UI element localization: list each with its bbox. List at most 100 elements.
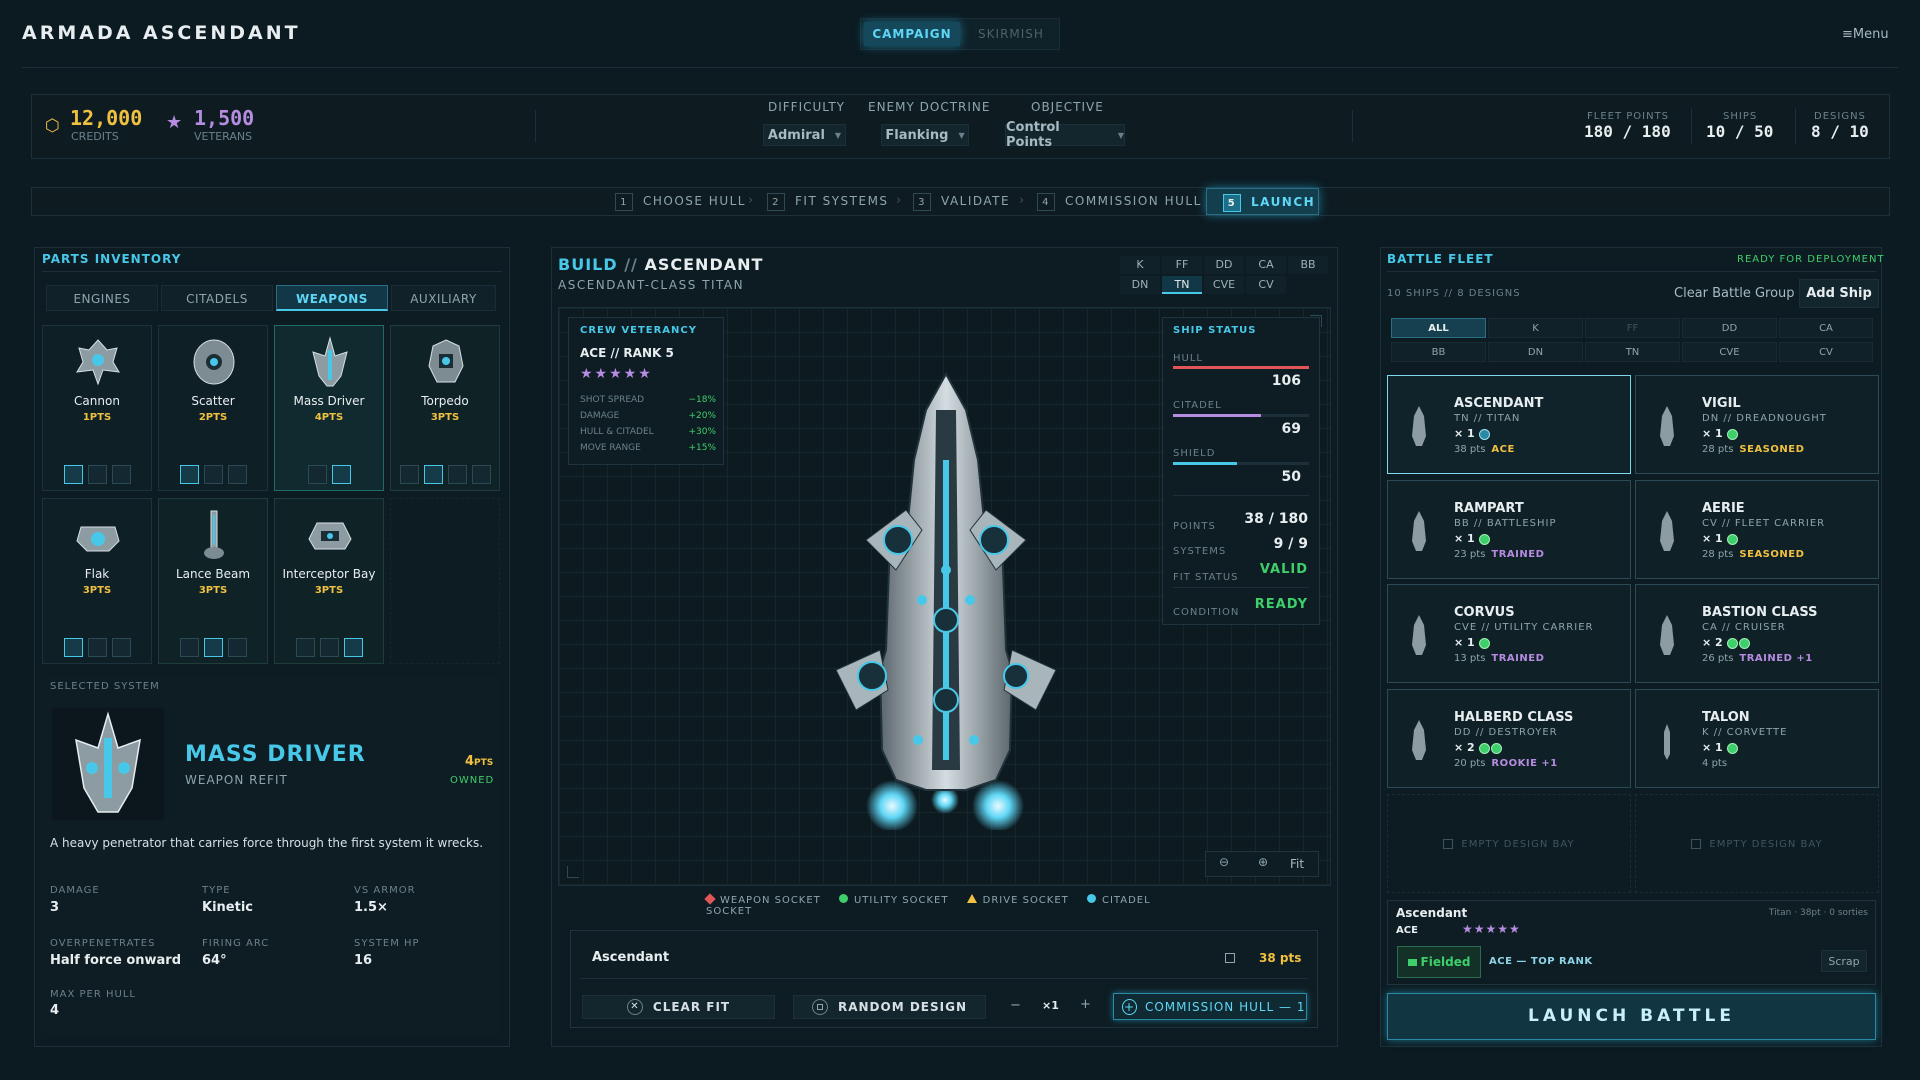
empty-design-bay[interactable]: EMPTY DESIGN BAY — [1387, 794, 1631, 893]
fleet-card-ascendant[interactable]: ASCENDANT TN // TITAN × 1 38 pts ACE — [1387, 375, 1631, 474]
hull-class-cve[interactable]: CVE — [1204, 276, 1244, 294]
zoom-out-button[interactable]: ⊖ — [1213, 855, 1235, 873]
step-fit-systems[interactable]: 2 FIT SYSTEMS — [767, 190, 889, 212]
part-lance-beam[interactable]: Lance Beam 3PTS — [158, 498, 268, 664]
fielded-toggle[interactable]: Fielded — [1397, 946, 1481, 978]
fleet-filters: ALL K FF DD CA BB DN TN CVE CV — [1391, 318, 1873, 362]
hull-label: HULL — [1173, 353, 1203, 364]
fleet-card-vigil[interactable]: VIGIL DN // DREADNOUGHT × 1 28 pts SEASON… — [1635, 375, 1879, 474]
fleet-card-bastion-class[interactable]: BASTION CLASS CA // CRUISER × 2 26 pts TR… — [1635, 584, 1879, 683]
socket-slot[interactable] — [423, 465, 443, 484]
doctrine-select[interactable]: Flanking ▼ — [881, 124, 969, 146]
hull-class-k[interactable]: K — [1120, 256, 1160, 274]
hull-class-dd[interactable]: DD — [1204, 256, 1244, 274]
hull-class-ca[interactable]: CA — [1246, 256, 1286, 274]
step-choose-hull[interactable]: 1 CHOOSE HULL — [615, 190, 746, 212]
filter-ca[interactable]: CA — [1779, 318, 1873, 338]
tab-skirmish[interactable]: SKIRMISH — [963, 22, 1059, 46]
socket-slot[interactable] — [331, 465, 351, 484]
filter-dd[interactable]: DD — [1682, 318, 1777, 338]
filter-ff[interactable]: FF — [1585, 318, 1680, 338]
step-launch[interactable]: 5 LAUNCH — [1206, 188, 1319, 215]
socket-slot[interactable] — [447, 465, 467, 484]
ship-points: 4 pts — [1702, 758, 1728, 769]
filter-cv[interactable]: CV — [1779, 342, 1873, 362]
decrement-button[interactable]: − — [1010, 998, 1021, 1013]
tab-citadels[interactable]: CITADELS — [161, 285, 273, 311]
socket-slot[interactable] — [111, 465, 131, 484]
filter-bb[interactable]: BB — [1391, 342, 1486, 362]
fleet-card-talon[interactable]: TALON K // CORVETTE × 1 4 pts — [1635, 689, 1879, 788]
menu-button[interactable]: ≡Menu — [1842, 27, 1889, 42]
part-cannon[interactable]: Cannon 1PTS — [42, 325, 152, 491]
socket-slot[interactable] — [179, 465, 199, 484]
socket-slot[interactable] — [111, 638, 131, 657]
hull-class-bb[interactable]: BB — [1288, 256, 1328, 274]
add-ship-button[interactable]: Add Ship — [1799, 279, 1879, 308]
part-interceptor-bay[interactable]: Interceptor Bay 3PTS — [274, 498, 384, 664]
socket-slot[interactable] — [63, 465, 83, 484]
step-validate[interactable]: 3 VALIDATE — [913, 190, 1010, 212]
fleet-card-corvus[interactable]: CORVUS CVE // UTILITY CARRIER × 1 13 pts… — [1387, 584, 1631, 683]
socket-slot[interactable] — [471, 465, 491, 484]
part-flak[interactable]: Flak 3PTS — [42, 498, 152, 664]
clear-fit-button[interactable]: ✕ CLEAR FIT — [582, 995, 775, 1019]
socket-slot[interactable] — [399, 465, 419, 484]
socket-slot[interactable] — [203, 638, 223, 657]
step-commission-hull[interactable]: 4 COMMISSION HULL — [1037, 190, 1202, 212]
filter-k[interactable]: K — [1488, 318, 1583, 338]
clear-battle-group-button[interactable]: Clear Battle Group — [1674, 286, 1795, 301]
socket-slot[interactable] — [87, 465, 107, 484]
fleet-card-halberd-class[interactable]: HALBERD CLASS DD // DESTROYER × 2 20 pts… — [1387, 689, 1631, 788]
hull-class-ff[interactable]: FF — [1162, 256, 1202, 274]
tab-weapons[interactable]: WEAPONS — [276, 285, 388, 311]
doctrine-label: ENEMY DOCTRINE — [868, 100, 991, 114]
socket-slot[interactable] — [63, 638, 83, 657]
tab-campaign[interactable]: CAMPAIGN — [864, 22, 960, 46]
part-scatter[interactable]: Scatter 2PTS — [158, 325, 268, 491]
filter-cve[interactable]: CVE — [1682, 342, 1777, 362]
zoom-in-button[interactable]: ⊕ — [1252, 855, 1274, 873]
citadel-socket — [857, 661, 887, 691]
fleet-card-rampart[interactable]: RAMPART BB // BATTLESHIP × 1 23 pts TRAIN… — [1387, 480, 1631, 579]
tab-auxiliary[interactable]: AUXILIARY — [391, 285, 496, 311]
difficulty-select[interactable]: Admiral ▼ — [763, 124, 846, 146]
part-torpedo[interactable]: Torpedo 3PTS — [390, 325, 500, 491]
part-points: 2PTS — [198, 412, 228, 423]
design-name-field[interactable]: Ascendant — [592, 950, 669, 965]
filter-dn[interactable]: DN — [1488, 342, 1583, 362]
socket-slot[interactable] — [227, 638, 247, 657]
filter-tn[interactable]: TN — [1585, 342, 1680, 362]
fit-button[interactable]: Fit — [1290, 857, 1304, 871]
utility-socket — [965, 595, 975, 605]
empty-design-bay[interactable]: EMPTY DESIGN BAY — [1635, 794, 1879, 893]
checkbox-icon[interactable] — [1225, 953, 1235, 963]
veterans-value: 1,500 — [194, 106, 255, 130]
owned-badge: OWNED — [450, 775, 495, 786]
socket-slot[interactable] — [307, 465, 327, 484]
socket-slot[interactable] — [295, 638, 315, 657]
increment-button[interactable]: + — [1080, 997, 1091, 1012]
mass-driver-icon — [312, 336, 348, 387]
fleet-card-aerie[interactable]: AERIE CV // FLEET CARRIER × 1 28 pts SEAS… — [1635, 480, 1879, 579]
socket-slot[interactable] — [203, 465, 223, 484]
objective-select[interactable]: Control Points ▼ — [1005, 120, 1125, 150]
hull-class-dn[interactable]: DN — [1120, 276, 1160, 294]
scrap-button[interactable]: Scrap — [1821, 950, 1867, 972]
socket-slot[interactable] — [319, 638, 339, 657]
socket-slot[interactable] — [87, 638, 107, 657]
part-name: Flak — [84, 567, 110, 581]
ship-count: × 1 — [1454, 532, 1490, 545]
part-mass-driver[interactable]: Mass Driver 4PTS — [274, 325, 384, 491]
filter-all[interactable]: ALL — [1391, 318, 1486, 338]
tab-engines[interactable]: ENGINES — [46, 285, 158, 311]
random-design-button[interactable]: RANDOM DESIGN — [793, 995, 986, 1019]
commission-hull-button[interactable]: + COMMISSION HULL — 1… — [1113, 993, 1307, 1020]
socket-slot[interactable] — [343, 638, 363, 657]
socket-slot[interactable] — [179, 638, 199, 657]
socket-slot[interactable] — [227, 465, 247, 484]
launch-battle-button[interactable]: LAUNCH BATTLE — [1387, 993, 1876, 1040]
hull-class-tn[interactable]: TN — [1162, 276, 1202, 294]
hull-class-cv[interactable]: CV — [1246, 276, 1286, 294]
citadel-socket — [1003, 663, 1029, 689]
